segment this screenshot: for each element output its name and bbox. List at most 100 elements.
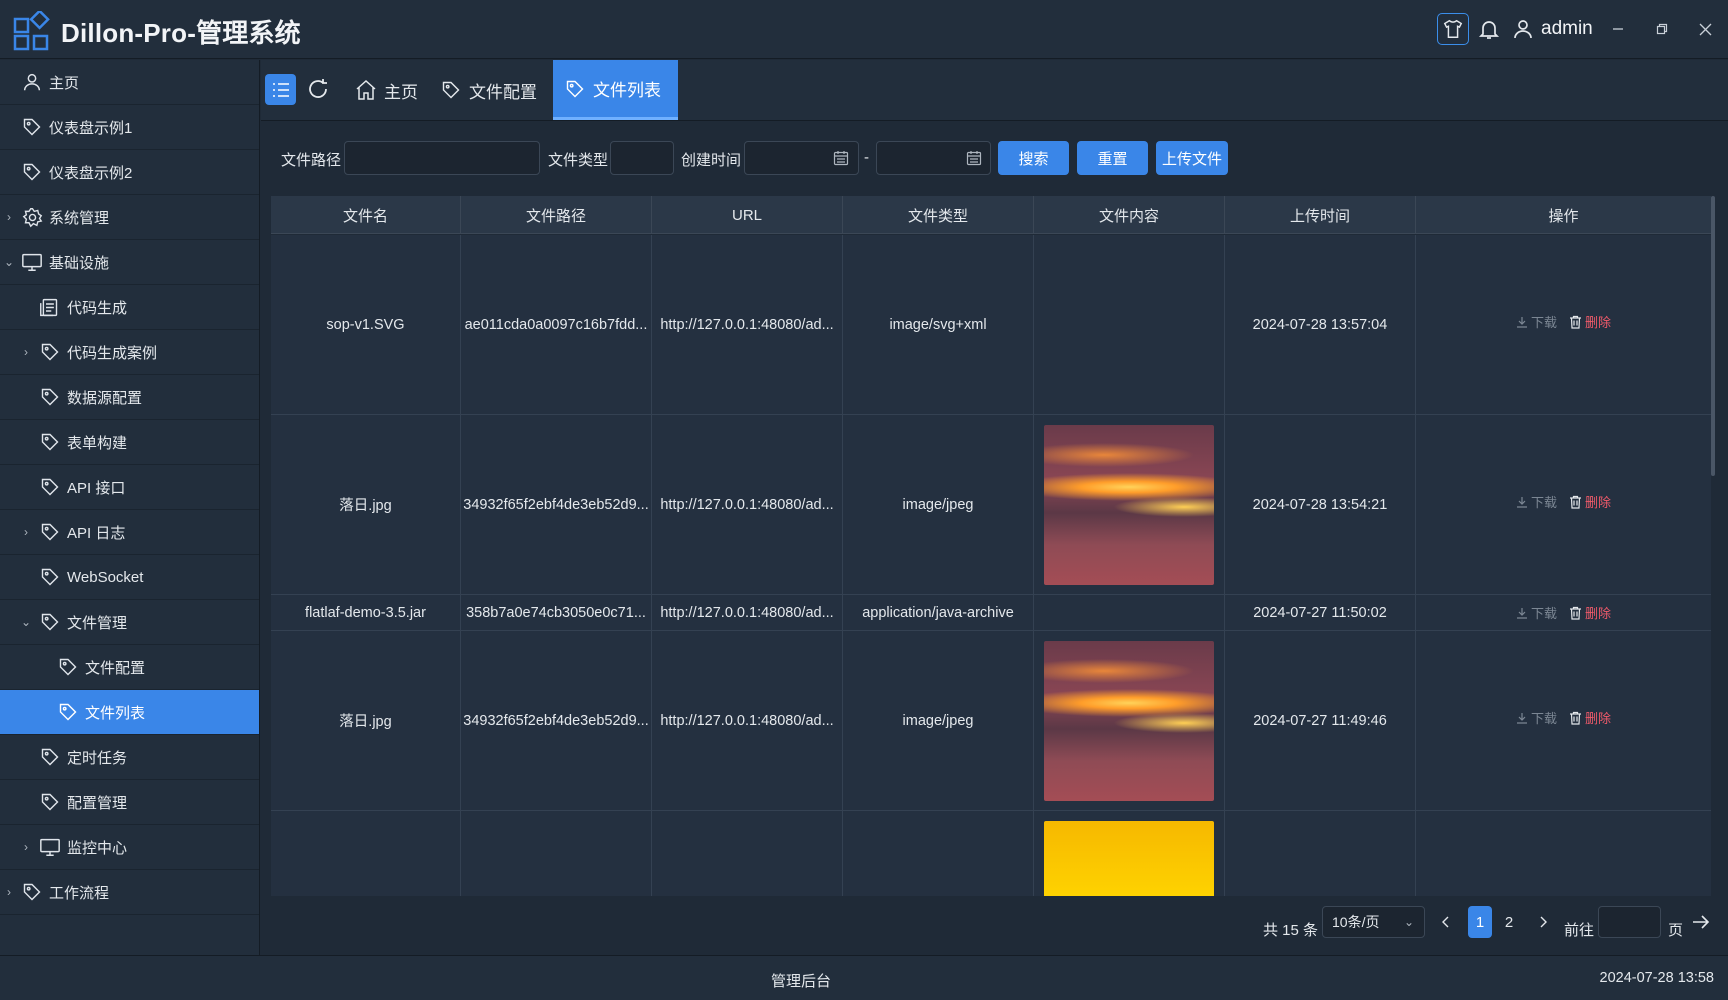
sidebar: 主页 仪表盘示例1 仪表盘示例2 › 系统管理 ⌄ 基础设施 代码生成 › 代码… [0, 60, 260, 955]
download-label: 下载 [1530, 711, 1557, 726]
sidebar-item-label: 主页 [49, 74, 80, 92]
delete-button[interactable]: 删除 [1569, 708, 1611, 727]
sidebar-item-system[interactable]: › 系统管理 [0, 195, 259, 240]
sidebar-item-label: 监控中心 [67, 839, 128, 857]
sunset-thumbnail-image[interactable] [1044, 640, 1214, 801]
tag-icon [57, 656, 79, 678]
sidebar-item-dashboard-2[interactable]: 仪表盘示例2 [0, 150, 259, 195]
bell-icon[interactable] [1473, 13, 1505, 45]
sidebar-item-label: 文件配置 [85, 659, 146, 677]
file-type-input[interactable] [610, 141, 674, 175]
search-button[interactable]: 搜索 [998, 141, 1069, 175]
sidebar-item-home[interactable]: 主页 [0, 60, 259, 105]
monitor-icon [39, 836, 61, 858]
tab-home[interactable]: 主页 [346, 60, 426, 120]
menu-toggle-icon[interactable] [265, 74, 296, 105]
prev-page-icon[interactable] [1434, 906, 1458, 938]
goto-label: 前往 [1564, 922, 1595, 939]
close-icon[interactable] [1690, 14, 1720, 44]
download-button[interactable]: 下载 [1516, 312, 1557, 331]
status-time: 2024-07-28 13:58 [1599, 970, 1715, 986]
cell-file-path: 358b7a0e74cb3050e0c71... [461, 595, 652, 630]
sidebar-item-api[interactable]: API 接口 [0, 465, 259, 510]
next-page-icon[interactable] [1531, 906, 1555, 938]
sidebar-item-api-log[interactable]: › API 日志 [0, 510, 259, 555]
sidebar-item-label: 仪表盘示例2 [49, 164, 133, 182]
user-icon [21, 71, 43, 93]
sidebar-item-config-management[interactable]: 配置管理 [0, 780, 259, 825]
sidebar-item-file-list[interactable]: 文件列表 [0, 690, 259, 735]
download-label: 下载 [1530, 606, 1557, 621]
sidebar-item-infrastructure[interactable]: ⌄ 基础设施 [0, 240, 259, 285]
theme-shirt-icon[interactable] [1437, 13, 1469, 45]
goto-page-input[interactable] [1598, 906, 1661, 938]
yellow-thumbnail-image[interactable] [1044, 820, 1214, 896]
sidebar-item-label: 文件管理 [67, 614, 128, 632]
calendar-icon[interactable] [966, 150, 982, 166]
file-path-input[interactable] [344, 141, 540, 175]
page-button-2[interactable]: 2 [1497, 906, 1521, 938]
cell-actions: 下载 删除 [1416, 235, 1711, 414]
chevron-right-icon: › [7, 885, 11, 899]
cell-file-name: 落日.jpg [271, 631, 461, 810]
download-button[interactable]: 下载 [1516, 708, 1557, 727]
minimize-icon[interactable] [1603, 14, 1633, 44]
delete-button[interactable]: 删除 [1569, 312, 1611, 331]
cell-file-path: 34932f65f2ebf4de3eb52d9... [461, 415, 652, 594]
table-scrollbar[interactable] [1711, 196, 1715, 476]
download-button[interactable]: 下载 [1516, 492, 1557, 511]
cell-file-path: 34932f65f2ebf4de3eb52d9... [461, 631, 652, 810]
sidebar-item-file-management[interactable]: ⌄ 文件管理 [0, 600, 259, 645]
tab-file-config[interactable]: 文件配置 [431, 60, 545, 120]
cell-file-content [1034, 811, 1225, 896]
delete-label: 删除 [1585, 315, 1612, 330]
sunset-thumbnail-image[interactable] [1044, 424, 1214, 585]
sidebar-item-monitoring[interactable]: › 监控中心 [0, 825, 259, 870]
restore-icon[interactable] [1647, 14, 1677, 44]
user-icon[interactable] [1507, 13, 1539, 45]
sidebar-item-dashboard-1[interactable]: 仪表盘示例1 [0, 105, 259, 150]
username[interactable]: admin [1541, 18, 1593, 40]
delete-button[interactable]: 删除 [1569, 603, 1611, 622]
cell-upload-time: 2024-07-27 11:49:46 [1225, 631, 1416, 810]
delete-button[interactable]: 删除 [1569, 492, 1611, 511]
cell-file-name: sop-v1.SVG [271, 235, 461, 414]
cell-upload-time: 2024-07-28 13:54:21 [1225, 415, 1416, 594]
created-time-label: 创建时间 [681, 152, 742, 169]
tag-icon [39, 386, 61, 408]
calendar-icon[interactable] [833, 150, 849, 166]
cell-url: http://127.0.0.1:48080/ad... [652, 595, 843, 630]
sidebar-item-websocket[interactable]: WebSocket [0, 555, 259, 600]
sidebar-item-codegen[interactable]: 代码生成 [0, 285, 259, 330]
delete-label: 删除 [1585, 711, 1612, 726]
cell-upload-time: 2024-07-28 13:57:04 [1225, 235, 1416, 414]
upload-file-button[interactable]: 上传文件 [1156, 141, 1228, 175]
sidebar-item-label: API 接口 [67, 479, 126, 497]
download-label: 下载 [1530, 315, 1557, 330]
page-size-value: 10条/页 [1332, 914, 1380, 930]
sidebar-item-file-config[interactable]: 文件配置 [0, 645, 259, 690]
arrow-right-icon[interactable] [1689, 906, 1713, 938]
sidebar-item-label: 工作流程 [49, 884, 110, 902]
sidebar-item-label: 文件列表 [85, 704, 146, 722]
tag-icon [39, 476, 61, 498]
chevron-down-icon: ⌄ [3, 255, 15, 269]
cell-file-type: application/java-archive [843, 595, 1034, 630]
chevron-right-icon: › [24, 345, 28, 359]
sidebar-item-workflow[interactable]: › 工作流程 [0, 870, 259, 915]
sidebar-item-form-builder[interactable]: 表单构建 [0, 420, 259, 465]
page-size-select[interactable]: 10条/页 ⌄ [1322, 906, 1425, 938]
trash-icon [1570, 606, 1581, 620]
chevron-right-icon: › [24, 840, 28, 854]
sidebar-item-datasource[interactable]: 数据源配置 [0, 375, 259, 420]
reset-button[interactable]: 重置 [1077, 141, 1148, 175]
sidebar-item-codegen-examples[interactable]: › 代码生成案例 [0, 330, 259, 375]
trash-icon [1570, 711, 1581, 725]
cell-file-type: image/jpeg [843, 631, 1034, 810]
refresh-icon[interactable] [304, 75, 332, 103]
tab-file-list[interactable]: 文件列表 [553, 60, 678, 120]
tab-label: 文件配置 [469, 82, 537, 102]
page-button-1[interactable]: 1 [1468, 906, 1492, 938]
download-button[interactable]: 下载 [1516, 603, 1557, 622]
sidebar-item-scheduled-tasks[interactable]: 定时任务 [0, 735, 259, 780]
